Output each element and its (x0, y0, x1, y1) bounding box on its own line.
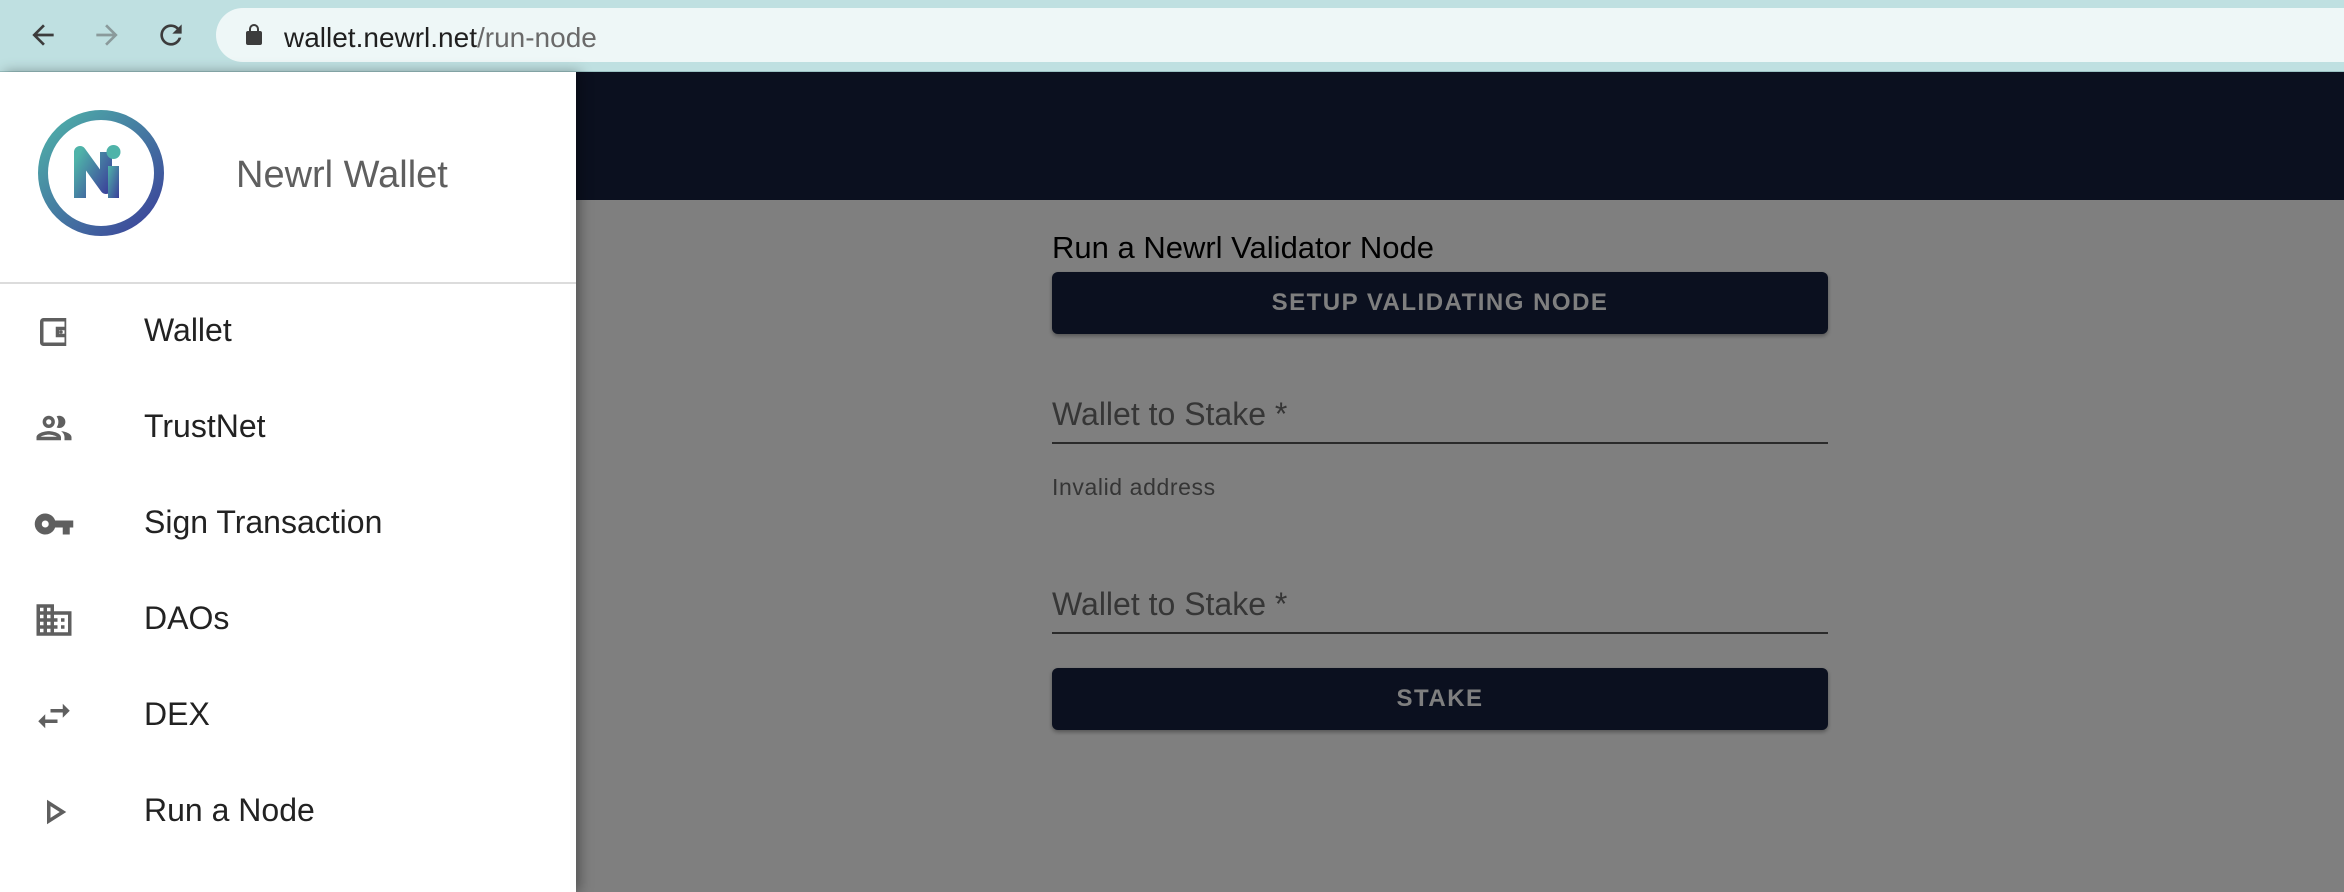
nav-item-sign-transaction[interactable]: Sign Transaction (0, 476, 576, 572)
nav-item-run-a-node[interactable]: Run a Node (0, 764, 576, 860)
nav-label-wallet: Wallet (144, 312, 232, 348)
nav-label-run-a-node: Run a Node (144, 792, 315, 828)
navigation-drawer: Newrl Wallet Wallet TrustNet Sign Transa… (0, 72, 576, 892)
key-icon (32, 504, 76, 544)
url-path: /run-node (476, 22, 597, 53)
back-button[interactable] (22, 14, 64, 56)
nav-item-daos[interactable]: DAOs (0, 572, 576, 668)
lock-icon (246, 24, 262, 45)
wallet-icon (32, 312, 76, 352)
brand-title: Newrl Wallet (236, 154, 448, 196)
arrow-left-icon (32, 24, 54, 46)
building-icon (32, 600, 76, 640)
url-host: wallet.newrl.net (284, 22, 477, 53)
reload-button[interactable] (150, 14, 192, 56)
drawer-nav-list: Wallet TrustNet Sign Transaction DAOs DE… (0, 284, 576, 860)
newrl-logo-icon (38, 110, 164, 236)
url-text: wallet.newrl.net/run-node (284, 22, 597, 54)
address-bar[interactable]: wallet.newrl.net/run-node (216, 8, 2344, 62)
nav-item-trustnet[interactable]: TrustNet (0, 380, 576, 476)
nav-label-dex: DEX (144, 696, 210, 732)
play-icon (32, 792, 76, 832)
nav-label-trustnet: TrustNet (144, 408, 266, 444)
nav-label-sign-transaction: Sign Transaction (144, 504, 383, 540)
browser-toolbar: wallet.newrl.net/run-node (0, 0, 2344, 72)
swap-icon (32, 696, 76, 736)
forward-button[interactable] (86, 14, 128, 56)
nav-label-daos: DAOs (144, 600, 230, 636)
app-area: Run a Newrl Validator Node SETUP VALIDAT… (0, 72, 2344, 892)
nav-item-wallet[interactable]: Wallet (0, 284, 576, 380)
drawer-header: Newrl Wallet (0, 72, 576, 284)
reload-icon (160, 24, 182, 46)
nav-item-dex[interactable]: DEX (0, 668, 576, 764)
arrow-right-icon (96, 24, 118, 46)
people-icon (32, 408, 76, 448)
